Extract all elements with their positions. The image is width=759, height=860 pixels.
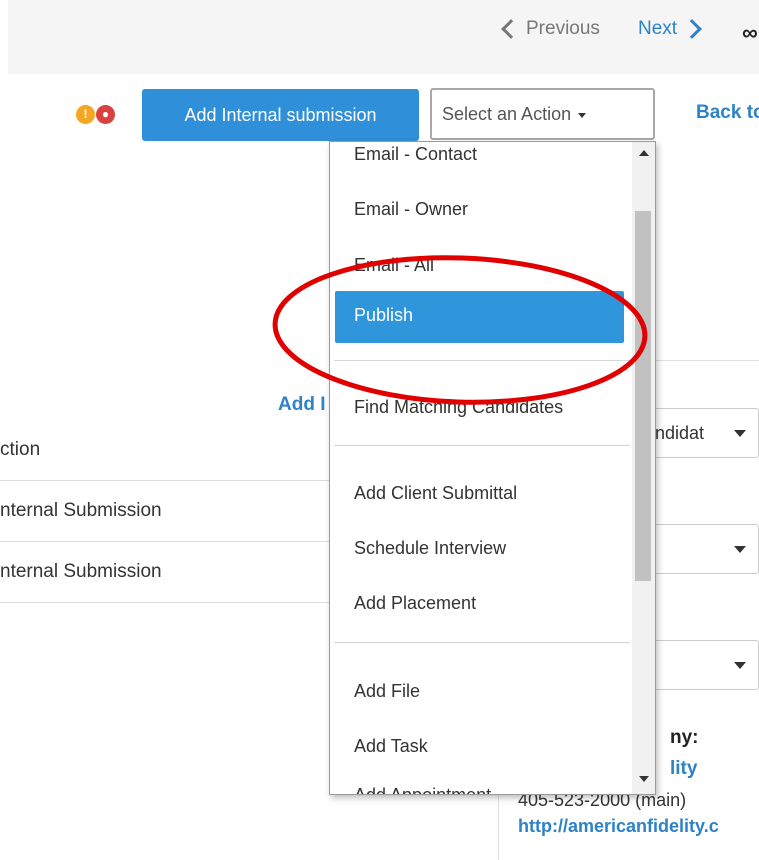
menu-scrollbar[interactable] <box>632 142 655 794</box>
menu-divider <box>334 642 630 643</box>
add-internal-submission-label: Add Internal submission <box>184 104 377 125</box>
menu-item-email-all[interactable]: Email - All <box>354 255 434 276</box>
caret-down-icon <box>578 112 587 118</box>
company-name-link[interactable]: lity <box>670 758 697 780</box>
table-header: ction <box>0 420 330 481</box>
add-link[interactable]: Add I <box>278 394 326 416</box>
scroll-up-icon[interactable] <box>639 150 649 156</box>
menu-item-publish-label: Publish <box>354 305 414 325</box>
action-select[interactable]: Select an Action <box>430 88 655 140</box>
scroll-down-icon[interactable] <box>639 776 649 782</box>
back-link[interactable]: Back to <box>696 102 759 124</box>
company-label: ny: <box>670 727 699 748</box>
caret-down-icon <box>734 546 746 553</box>
menu-divider <box>334 360 630 361</box>
previous-label: Previous <box>526 18 600 39</box>
panel-select-3[interactable] <box>648 640 759 690</box>
add-internal-submission-button[interactable]: Add Internal submission <box>142 89 419 141</box>
panel-select-2[interactable] <box>648 524 759 574</box>
table-row[interactable]: nternal Submission <box>0 481 330 542</box>
caret-down-icon <box>734 430 746 437</box>
menu-item-email-owner[interactable]: Email - Owner <box>354 199 468 220</box>
previous-link[interactable]: Previous <box>500 18 600 40</box>
action-select-label: Select an Action <box>442 103 572 124</box>
candidate-select-label: ndidat <box>655 423 705 443</box>
submissions-table: ction nternal Submission nternal Submiss… <box>0 420 330 603</box>
next-link[interactable]: Next <box>638 18 703 40</box>
menu-item-add-placement[interactable]: Add Placement <box>354 593 476 614</box>
menu-divider <box>334 445 630 446</box>
link-icon[interactable]: ∞ <box>742 20 758 46</box>
action-dropdown-menu[interactable]: Email - Contact Email - Owner Email - Al… <box>329 141 656 795</box>
scrollbar-thumb[interactable] <box>635 211 651 581</box>
chevron-left-icon <box>501 19 521 39</box>
menu-item-find-matching-candidates[interactable]: Find Matching Candidates <box>354 397 563 418</box>
next-label: Next <box>638 18 678 39</box>
company-website-link[interactable]: http://americanfidelity.c <box>518 816 719 837</box>
menu-item-add-appointment[interactable]: Add Appointment <box>354 785 491 794</box>
menu-item-add-file[interactable]: Add File <box>354 681 420 702</box>
lightbulb-icon[interactable]: ! <box>76 105 95 124</box>
location-pin-icon[interactable]: ● <box>96 105 115 124</box>
caret-down-icon <box>734 662 746 669</box>
menu-item-add-task[interactable]: Add Task <box>354 736 428 757</box>
menu-item-publish[interactable]: Publish <box>335 291 624 343</box>
menu-item-email-contact[interactable]: Email - Contact <box>354 144 477 165</box>
candidate-select[interactable]: ndidat <box>648 408 759 458</box>
chevron-right-icon <box>682 19 702 39</box>
menu-item-add-client-submittal[interactable]: Add Client Submittal <box>354 483 517 504</box>
menu-item-schedule-interview[interactable]: Schedule Interview <box>354 538 506 559</box>
table-row[interactable]: nternal Submission <box>0 542 330 603</box>
